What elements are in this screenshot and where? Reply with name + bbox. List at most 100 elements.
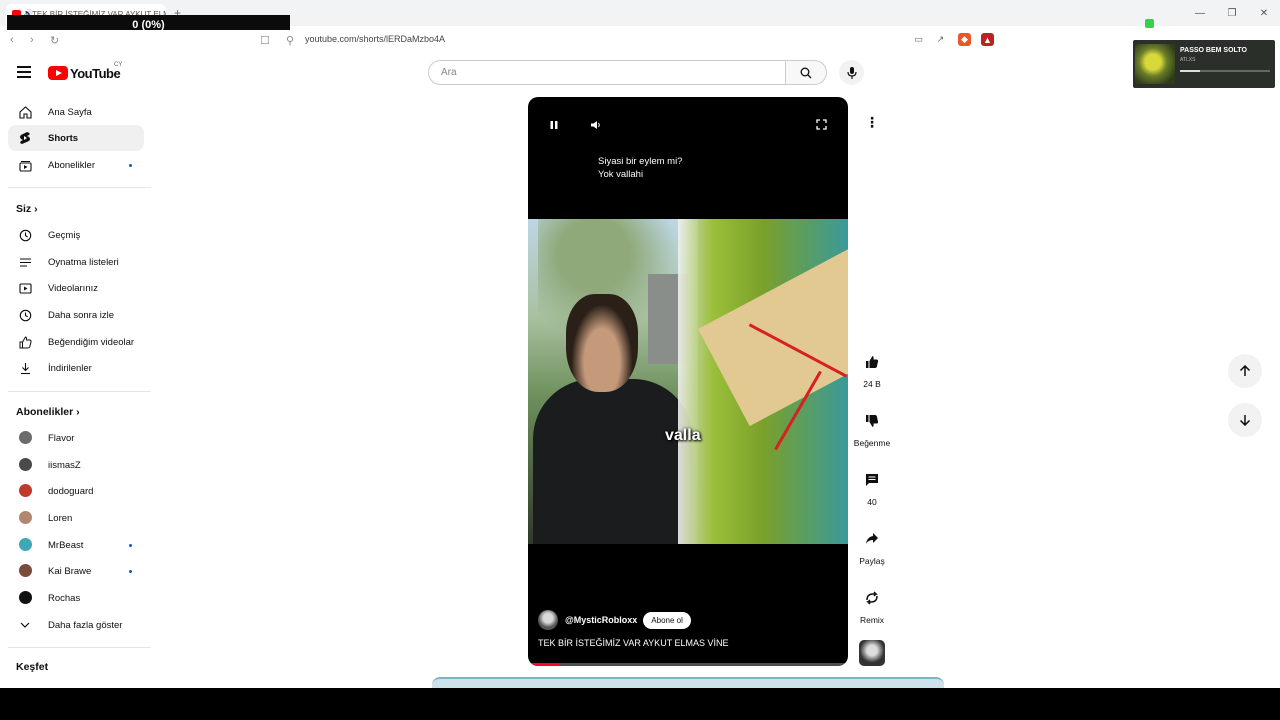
remix-button[interactable]: Remix: [852, 586, 892, 625]
youtube-logo[interactable]: YouTube CY: [48, 62, 123, 81]
channel-avatar: [19, 431, 32, 444]
sidebar-item-downloads[interactable]: İndirilenler: [8, 355, 144, 381]
explore-heading: Keşfet: [16, 661, 49, 673]
search-button[interactable]: [786, 60, 827, 85]
sound-thumbnail[interactable]: [859, 640, 885, 666]
media-artist: ATLXS: [1180, 57, 1196, 63]
back-icon[interactable]: ‹: [10, 34, 14, 46]
subscription-item[interactable]: MrBeast: [8, 532, 144, 558]
minimize-icon[interactable]: —: [1184, 0, 1216, 26]
subscription-label: iismasZ: [48, 460, 81, 471]
youtube-play-icon: [48, 66, 68, 80]
country-code: CY: [114, 62, 123, 68]
you-section-heading[interactable]: Siz ›: [16, 203, 38, 215]
subscriptions-icon: [18, 158, 32, 172]
subscribe-button[interactable]: Abone ol: [643, 611, 691, 629]
pause-icon[interactable]: [549, 117, 559, 135]
subscription-item[interactable]: dodoguard: [8, 478, 144, 504]
new-content-dot: [129, 544, 132, 547]
more-options-icon[interactable]: ⋮: [860, 110, 884, 134]
media-title: PASSO BEM SOLTO: [1180, 47, 1247, 54]
video-frame[interactable]: valla: [528, 219, 848, 544]
sidebar-item-shorts[interactable]: Shorts: [8, 125, 144, 151]
menu-icon[interactable]: [17, 66, 31, 78]
media-control-popup[interactable]: PASSO BEM SOLTO ATLXS: [1133, 40, 1275, 88]
address-bar: ‹ › ↻ ☐ ⚲ youtube.com/shorts/lERDaMzbo4A…: [0, 30, 1280, 50]
subscriptions-section-heading[interactable]: Abonelikler ›: [16, 406, 80, 418]
sidebar-divider: [8, 391, 151, 392]
subscription-item[interactable]: iismasZ: [8, 452, 144, 478]
brave-shield-icon[interactable]: ◆: [958, 33, 971, 46]
channel-avatar: [19, 591, 32, 604]
video-person-body: [533, 379, 693, 544]
subscription-item[interactable]: Loren: [8, 505, 144, 531]
sidebar-item-label: İndirilenler: [48, 363, 92, 374]
forward-icon[interactable]: ›: [30, 34, 34, 46]
like-count: 24 B: [863, 379, 881, 389]
channel-avatar: [19, 458, 32, 471]
sidebar-item-liked-videos[interactable]: Beğendiğim videolar: [8, 329, 144, 355]
restore-icon[interactable]: ❐: [1216, 0, 1248, 26]
like-button[interactable]: 24 B: [852, 350, 892, 389]
chevron-right-icon: ›: [76, 406, 80, 418]
new-content-dot: [129, 164, 132, 167]
downloads-icon: [18, 361, 32, 375]
search-icon: [800, 67, 812, 78]
media-progress[interactable]: [1180, 70, 1270, 72]
fullscreen-icon[interactable]: [816, 117, 827, 135]
share-page-icon[interactable]: ↗: [934, 33, 947, 46]
extension-badge-icon[interactable]: [1145, 19, 1154, 28]
arrow-down-icon: [1239, 415, 1251, 426]
progress-bar[interactable]: [528, 663, 848, 666]
channel-avatar: [19, 511, 32, 524]
bookmark-icon[interactable]: ☐: [260, 34, 270, 47]
subscription-label: Loren: [48, 513, 73, 524]
subscription-item[interactable]: Flavor: [8, 425, 144, 451]
logo-text: YouTube: [70, 65, 121, 81]
sidebar-item-home[interactable]: Ana Sayfa: [8, 99, 144, 125]
url-text[interactable]: youtube.com/shorts/lERDaMzbo4A: [305, 34, 445, 44]
watch-later-icon: [18, 308, 32, 322]
subscriptions-heading-label: Abonelikler: [16, 406, 74, 418]
subscription-label: dodoguard: [48, 486, 94, 497]
reload-icon[interactable]: ↻: [50, 34, 59, 47]
screen-bottom-band: [0, 688, 1280, 720]
chevron-right-icon: ›: [34, 203, 38, 215]
sidebar-item-your-videos[interactable]: Videolarınız: [8, 275, 144, 301]
thumbs-down-icon: [860, 409, 884, 433]
close-window-icon[interactable]: ✕: [1248, 0, 1280, 26]
sidebar-item-subscriptions[interactable]: Abonelikler: [8, 152, 144, 178]
arrow-up-icon: [1239, 365, 1251, 376]
site-info-icon[interactable]: ⚲: [286, 34, 294, 47]
dislike-button[interactable]: Beğenme: [852, 409, 892, 448]
next-short-button[interactable]: [1228, 403, 1262, 437]
search-input[interactable]: Ara: [428, 60, 786, 85]
subscription-item[interactable]: Rochas: [8, 585, 144, 611]
channel-avatar: [19, 538, 32, 551]
sidebar-item-label: Oynatma listeleri: [48, 257, 119, 268]
show-more-button[interactable]: Daha fazla göster: [8, 612, 144, 638]
video-title[interactable]: TEK BİR İSTEĞİMİZ VAR AYKUT ELMAS VİNE: [538, 638, 729, 648]
sidebar-item-playlists[interactable]: Oynatma listeleri: [8, 249, 144, 275]
sidebar-item-watch-later[interactable]: Daha sonra izle: [8, 302, 144, 328]
sidebar-item-label: Daha sonra izle: [48, 310, 115, 321]
channel-name[interactable]: @MysticRobloxx: [565, 615, 637, 625]
share-button[interactable]: Paylaş: [852, 527, 892, 566]
share-label: Paylaş: [859, 556, 885, 566]
show-more-label: Daha fazla göster: [48, 620, 123, 631]
channel-avatar[interactable]: [538, 610, 558, 630]
sidebar-item-label: Geçmiş: [48, 230, 81, 241]
subscription-item[interactable]: Kai Brawe: [8, 558, 144, 584]
subscription-label: MrBeast: [48, 540, 84, 551]
rewards-icon[interactable]: ▲: [981, 33, 994, 46]
comment-count: 40: [867, 497, 877, 507]
voice-search-button[interactable]: [839, 60, 864, 85]
comments-button[interactable]: 40: [852, 468, 892, 507]
dislike-label: Beğenme: [853, 438, 891, 448]
cast-icon[interactable]: ▭: [912, 33, 925, 46]
previous-short-button[interactable]: [1228, 354, 1262, 388]
video-person-head: [566, 294, 638, 392]
shorts-player[interactable]: Siyasi bir eylem mi? Yok vallahi valla @…: [528, 97, 848, 666]
volume-icon[interactable]: [590, 117, 602, 135]
sidebar-item-history[interactable]: Geçmiş: [8, 222, 144, 248]
